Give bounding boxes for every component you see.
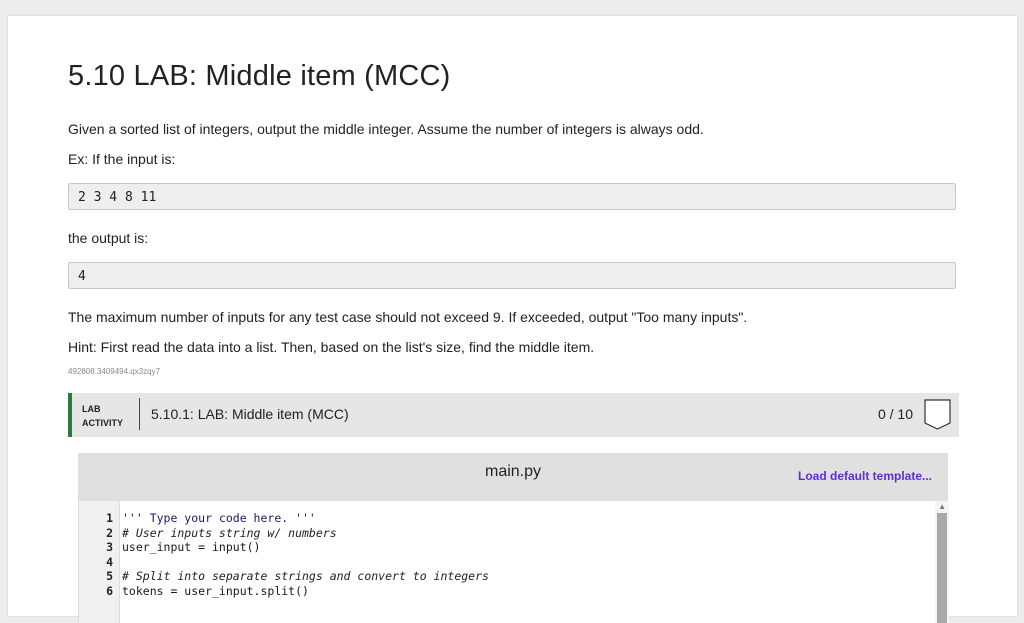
line-text: # Split into separate strings and conver… bbox=[122, 569, 489, 583]
code-line[interactable]: 1 ''' Type your code here. ''' bbox=[79, 511, 929, 526]
editor-scrollbar[interactable]: ▲ bbox=[935, 501, 949, 623]
code-line[interactable]: 3 user_input = input() bbox=[79, 540, 929, 555]
intro-text: Given a sorted list of integers, output … bbox=[68, 121, 704, 137]
line-number: 6 bbox=[106, 583, 113, 598]
line-text: tokens = user_input.split() bbox=[122, 583, 309, 598]
line-number: 5 bbox=[106, 569, 113, 583]
completion-badge-icon bbox=[924, 399, 951, 430]
code-line[interactable]: 5 # Split into separate strings and conv… bbox=[79, 569, 929, 584]
lab-activity-header: LAB ACTIVITY 5.10.1: LAB: Middle item (M… bbox=[68, 393, 959, 437]
line-number: 1 bbox=[106, 511, 113, 525]
line-text: # User inputs string w/ numbers bbox=[122, 525, 337, 540]
activity-title: 5.10.1: LAB: Middle item (MCC) bbox=[151, 406, 349, 422]
code-line[interactable]: 4 bbox=[79, 555, 929, 570]
code-line[interactable]: 2 # User inputs string w/ numbers bbox=[79, 526, 929, 541]
divider bbox=[139, 398, 140, 430]
line-text: ''' Type your code here. ''' bbox=[122, 511, 316, 525]
output-label: the output is: bbox=[68, 230, 149, 246]
lab-label-line2: ACTIVITY bbox=[82, 418, 124, 428]
example-output-box: 4 bbox=[68, 262, 956, 289]
lab-activity-label: LAB ACTIVITY bbox=[82, 402, 123, 430]
code-area[interactable]: 1 ''' Type your code here. ''' 2 # User … bbox=[78, 501, 949, 623]
load-default-template-link[interactable]: Load default template... bbox=[798, 469, 932, 483]
page-title: 5.10 LAB: Middle item (MCC) bbox=[68, 60, 451, 92]
scroll-up-arrow-icon[interactable]: ▲ bbox=[938, 502, 946, 511]
lab-label-line1: LAB bbox=[82, 404, 101, 414]
activity-score: 0 / 10 bbox=[877, 406, 913, 422]
hint-text: Hint: First read the data into a list. T… bbox=[68, 339, 595, 355]
code-line[interactable]: 6 tokens = user_input.split() bbox=[79, 584, 929, 599]
content-page: 5.10 LAB: Middle item (MCC) Given a sort… bbox=[8, 16, 1017, 623]
limit-text: The maximum number of inputs for any tes… bbox=[68, 309, 748, 325]
activity-tag: 492808.3409494.qx3zqy7 bbox=[68, 367, 161, 376]
example-input-box: 2 3 4 8 11 bbox=[68, 183, 956, 210]
line-text: user_input = input() bbox=[122, 540, 261, 554]
editor-file-bar: main.py Load default template... bbox=[78, 453, 948, 501]
line-number: 2 bbox=[106, 525, 113, 540]
example-label: Ex: If the input is: bbox=[68, 151, 176, 167]
scrollbar-thumb[interactable] bbox=[937, 513, 947, 623]
line-number: 4 bbox=[106, 554, 113, 569]
line-number: 3 bbox=[106, 540, 113, 554]
